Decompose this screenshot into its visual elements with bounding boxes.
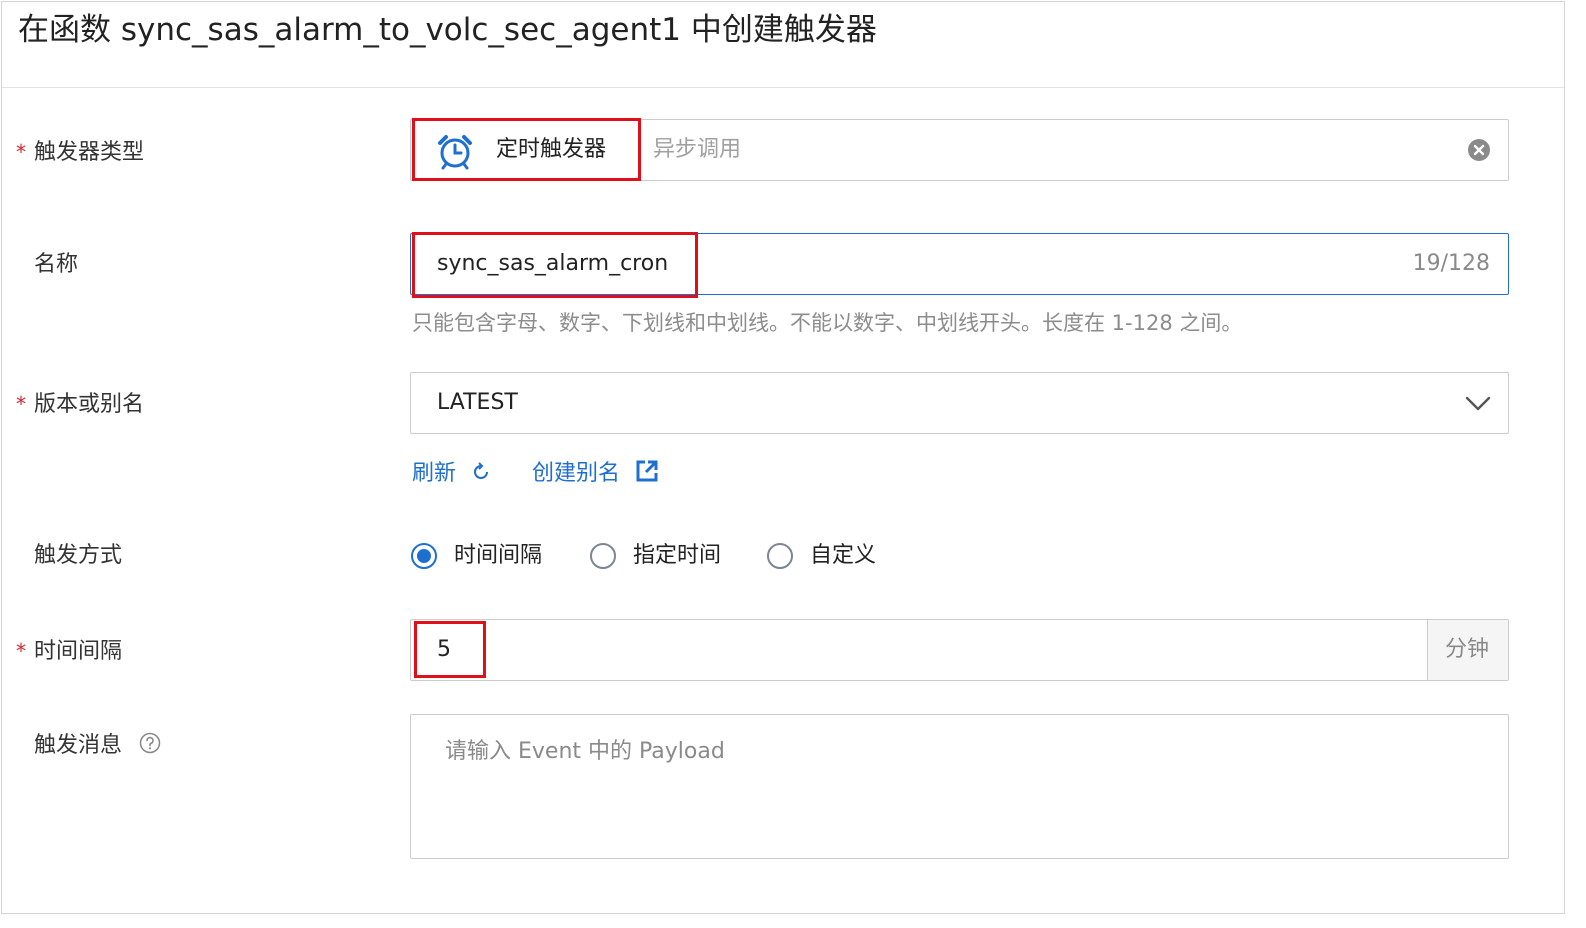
message-textarea[interactable]: 请输入 Event 中的 Payload xyxy=(410,714,1509,859)
dialog-header: 在函数 sync_sas_alarm_to_volc_sec_agent1 中创… xyxy=(2,2,1564,88)
trigger-type-label: * 触发器类型 xyxy=(16,140,145,165)
message-placeholder: 请输入 Event 中的 Payload xyxy=(445,739,725,764)
refresh-link[interactable]: 刷新 xyxy=(412,459,491,491)
radio-custom-label: 自定义 xyxy=(810,543,877,568)
name-label: 名称 xyxy=(34,252,79,277)
refresh-icon xyxy=(471,461,491,491)
interval-label: * 时间间隔 xyxy=(16,639,123,664)
trigger-mode-label: 触发方式 xyxy=(34,543,123,568)
page-title: 在函数 sync_sas_alarm_to_volc_sec_agent1 中创… xyxy=(18,12,877,48)
highlight-interval xyxy=(414,621,486,678)
question-circle-icon[interactable] xyxy=(139,732,161,763)
chevron-down-icon xyxy=(1465,388,1491,428)
interval-input[interactable]: 5 分钟 xyxy=(410,619,1509,681)
radio-specified-time[interactable] xyxy=(590,543,616,569)
radio-interval[interactable] xyxy=(411,543,437,569)
radio-interval-label: 时间间隔 xyxy=(454,543,543,568)
interval-unit: 分钟 xyxy=(1445,637,1490,662)
highlight-trigger-type xyxy=(412,118,641,181)
radio-custom[interactable] xyxy=(767,543,793,569)
highlight-name xyxy=(412,232,698,298)
interval-unit-addon: 分钟 xyxy=(1427,620,1508,680)
version-label: * 版本或别名 xyxy=(16,392,145,417)
version-select[interactable]: LATEST xyxy=(410,372,1509,434)
name-hint: 只能包含字母、数字、下划线和中划线。不能以数字、中划线开头。长度在 1-128 … xyxy=(412,311,1243,335)
create-alias-link[interactable]: 创建别名 xyxy=(532,459,659,492)
external-link-icon xyxy=(635,459,659,492)
name-char-counter: 19/128 xyxy=(1412,251,1490,276)
trigger-type-placeholder: 异步调用 xyxy=(653,137,742,162)
message-label: 触发消息 xyxy=(16,731,161,763)
radio-specified-time-label: 指定时间 xyxy=(633,543,722,568)
version-select-value: LATEST xyxy=(437,390,518,415)
clear-circle-icon[interactable] xyxy=(1467,138,1491,172)
